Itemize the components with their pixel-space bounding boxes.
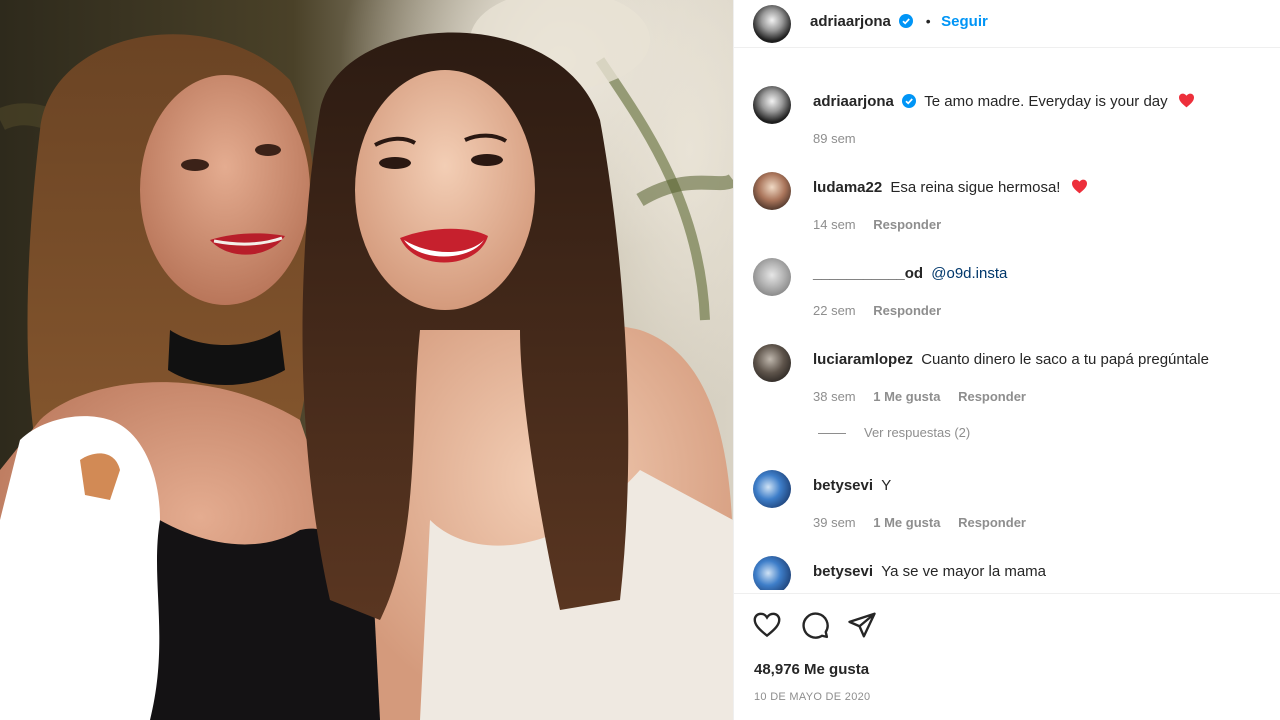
comment-likes[interactable]: 1 Me gusta xyxy=(873,515,940,530)
comment-meta: 39 sem 1 Me gusta Responder xyxy=(813,515,1040,530)
comment-text: Ya se ve mayor la mama xyxy=(881,563,1046,580)
view-replies-label: Ver respuestas (2) xyxy=(864,425,971,440)
likes-count[interactable]: 48,976 Me gusta xyxy=(754,661,869,678)
comment-time[interactable]: 22 sem xyxy=(813,303,856,318)
commenter-avatar[interactable] xyxy=(753,172,791,210)
post-header: adriaarjona • Seguir xyxy=(734,0,1280,48)
comment-text: Cuanto dinero le saco a tu papá pregúnta… xyxy=(921,351,1209,368)
comment-likes[interactable]: 1 Me gusta xyxy=(873,389,940,404)
comment-line: betysevi Y xyxy=(813,477,891,494)
comment-mention-link[interactable]: @o9d.insta xyxy=(931,265,1007,282)
red-heart-emoji-icon xyxy=(1071,179,1087,194)
comment-text: Y xyxy=(881,477,892,494)
post-photo xyxy=(0,0,733,720)
comment-meta: 14 sem Responder xyxy=(813,217,955,232)
replies-divider xyxy=(818,433,846,435)
comment-time[interactable]: 38 sem xyxy=(813,389,856,404)
comment-time[interactable]: 14 sem xyxy=(813,217,856,232)
comment-text: Esa reina sigue hermosa! xyxy=(890,179,1061,196)
author-avatar[interactable] xyxy=(753,5,791,43)
commenter-avatar[interactable] xyxy=(753,470,791,508)
comment-line: ludama22 Esa reina sigue hermosa! xyxy=(813,179,1088,196)
commenter-avatar[interactable] xyxy=(753,258,791,296)
caption-avatar[interactable] xyxy=(753,86,791,124)
author-username[interactable]: adriaarjona xyxy=(810,13,891,30)
caption-meta: 89 sem xyxy=(813,131,870,146)
post-side-panel: adriaarjona • Seguir adriaarjona Te amo … xyxy=(733,0,1280,720)
verified-badge-icon xyxy=(899,14,914,28)
paper-plane-icon[interactable] xyxy=(847,610,877,640)
header-separator: • xyxy=(925,13,931,29)
comment-line: betysevi Ya se ve mayor la mama xyxy=(813,563,1046,580)
comment-line: ___________od @o9d.insta xyxy=(813,265,1007,282)
heart-outline-icon[interactable] xyxy=(752,610,782,640)
reply-button[interactable]: Responder xyxy=(958,389,1026,404)
verified-badge-icon xyxy=(902,94,917,108)
commenter-avatar[interactable] xyxy=(753,556,791,590)
reply-button[interactable]: Responder xyxy=(873,303,941,318)
comments-list[interactable]: adriaarjona Te amo madre. Everyday is yo… xyxy=(734,60,1280,590)
red-heart-emoji-icon xyxy=(1178,93,1194,108)
caption-text: Te amo madre. Everyday is your day xyxy=(924,93,1168,110)
comment-bubble-icon[interactable] xyxy=(800,610,830,640)
post-actions: 48,976 Me gusta 10 DE MAYO DE 2020 xyxy=(734,593,1280,720)
caption-time[interactable]: 89 sem xyxy=(813,131,856,146)
caption-username[interactable]: adriaarjona xyxy=(813,93,894,110)
view-replies-button[interactable]: Ver respuestas (2) xyxy=(818,425,970,440)
reply-button[interactable]: Responder xyxy=(958,515,1026,530)
comment-username[interactable]: ___________od xyxy=(813,265,923,282)
header-row: adriaarjona • Seguir xyxy=(810,13,988,31)
comment-line: luciaramlopez Cuanto dinero le saco a tu… xyxy=(813,351,1209,368)
comment-username[interactable]: betysevi xyxy=(813,563,873,580)
post-date[interactable]: 10 DE MAYO DE 2020 xyxy=(754,691,870,703)
comment-meta: 38 sem 1 Me gusta Responder xyxy=(813,389,1040,404)
comment-meta: 22 sem Responder xyxy=(813,303,955,318)
comment-username[interactable]: luciaramlopez xyxy=(813,351,913,368)
comment-username[interactable]: betysevi xyxy=(813,477,873,494)
reply-button[interactable]: Responder xyxy=(873,217,941,232)
comment-time[interactable]: 39 sem xyxy=(813,515,856,530)
follow-button[interactable]: Seguir xyxy=(941,13,988,30)
commenter-avatar[interactable] xyxy=(753,344,791,382)
caption-line: adriaarjona Te amo madre. Everyday is yo… xyxy=(813,93,1195,110)
photo-illustration xyxy=(0,0,733,720)
comment-username[interactable]: ludama22 xyxy=(813,179,882,196)
